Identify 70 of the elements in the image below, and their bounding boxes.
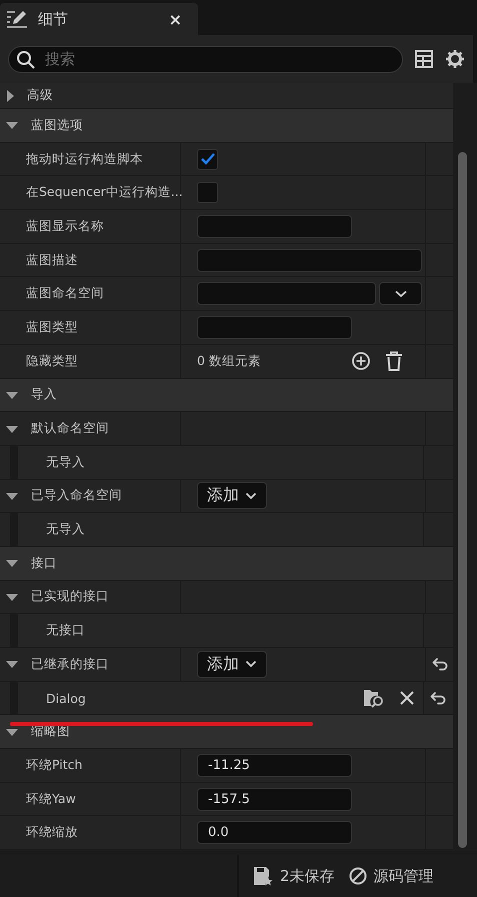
- property-label: 环绕Yaw: [26, 790, 76, 808]
- close-button[interactable]: ×: [168, 10, 182, 28]
- reset-arrow-icon[interactable]: [432, 657, 448, 672]
- array-count: 0 数组元素: [197, 352, 262, 370]
- property-label: 蓝图显示名称: [26, 218, 104, 235]
- category-header[interactable]: 高级: [0, 83, 453, 109]
- unsaved-button[interactable]: 2未保存: [253, 866, 335, 886]
- text-field[interactable]: 0.0: [197, 821, 352, 844]
- category-title: 高级: [27, 87, 53, 104]
- text-field[interactable]: [197, 248, 422, 272]
- text-field[interactable]: -157.5: [197, 788, 352, 811]
- add-dropdown[interactable]: 添加: [197, 650, 267, 678]
- empty-note: 无接口: [46, 622, 85, 640]
- source-control-button[interactable]: 源码管理: [348, 866, 434, 886]
- group-label: 已实现的接口: [31, 588, 109, 606]
- folder-search-icon[interactable]: [363, 688, 385, 708]
- interface-name: Dialog: [46, 690, 86, 706]
- group-label: 默认命名空间: [31, 420, 109, 438]
- caret-down-icon[interactable]: [5, 592, 19, 602]
- property-label: 蓝图类型: [26, 318, 78, 336]
- caret-down-icon[interactable]: [5, 390, 19, 400]
- category-title: 导入: [31, 386, 57, 404]
- property-label: 环绕Pitch: [26, 756, 82, 774]
- category-header[interactable]: 导入: [0, 378, 453, 412]
- group-label: 已导入命名空间: [31, 487, 122, 504]
- property-label: 蓝图命名空间: [26, 285, 104, 302]
- reset-arrow-icon[interactable]: [430, 691, 446, 706]
- caret-down-icon[interactable]: [5, 659, 19, 670]
- save-icon: [253, 866, 273, 886]
- details-tab[interactable]: 细节 ×: [0, 3, 198, 35]
- caret-right-icon[interactable]: [5, 88, 15, 102]
- category-header[interactable]: 蓝图选项: [0, 109, 453, 143]
- text-field[interactable]: -11.25: [197, 754, 352, 777]
- search-field[interactable]: 搜索: [8, 46, 403, 72]
- caret-down-icon[interactable]: [5, 424, 19, 434]
- caret-down-icon[interactable]: [5, 558, 19, 568]
- category-header[interactable]: 接口: [0, 546, 453, 581]
- add-dropdown[interactable]: 添加: [197, 482, 267, 510]
- group-label: 已继承的接口: [31, 656, 109, 673]
- property-label: 拖动时运行构造脚本: [26, 150, 143, 168]
- empty-note: 无导入: [46, 454, 85, 471]
- caret-down-icon[interactable]: [5, 726, 19, 737]
- category-title: 蓝图选项: [31, 116, 83, 134]
- property-label: 隐藏类型: [26, 352, 78, 370]
- chevron-down-icon: [245, 660, 257, 668]
- property-label: 蓝图描述: [26, 252, 78, 269]
- chevron-down-icon: [245, 492, 257, 500]
- text-field[interactable]: [197, 282, 376, 306]
- search-icon: [16, 50, 36, 70]
- caret-down-icon[interactable]: [5, 120, 19, 130]
- tab-title: 细节: [38, 10, 69, 28]
- category-title: 接口: [31, 554, 57, 572]
- add-circle-icon[interactable]: [351, 351, 371, 372]
- caret-down-icon[interactable]: [5, 490, 19, 501]
- table-view-icon[interactable]: [415, 50, 433, 68]
- close-icon[interactable]: [399, 690, 415, 706]
- checkbox[interactable]: [197, 182, 218, 204]
- circle-slash-icon: [348, 867, 367, 885]
- text-field[interactable]: [197, 316, 352, 339]
- empty-note: 无导入: [46, 521, 85, 538]
- property-label: 环绕缩放: [26, 824, 78, 842]
- property-label: 在Sequencer中运行构造...: [26, 184, 183, 202]
- dropdown-button[interactable]: [379, 282, 422, 306]
- chevron-down-icon: [394, 290, 408, 298]
- text-field[interactable]: [197, 214, 352, 238]
- trash-icon[interactable]: [385, 351, 403, 372]
- scrollbar-thumb[interactable]: [458, 152, 467, 848]
- checkbox[interactable]: [197, 148, 218, 170]
- pencil-icon: [6, 10, 28, 28]
- settings-icon[interactable]: [445, 49, 465, 69]
